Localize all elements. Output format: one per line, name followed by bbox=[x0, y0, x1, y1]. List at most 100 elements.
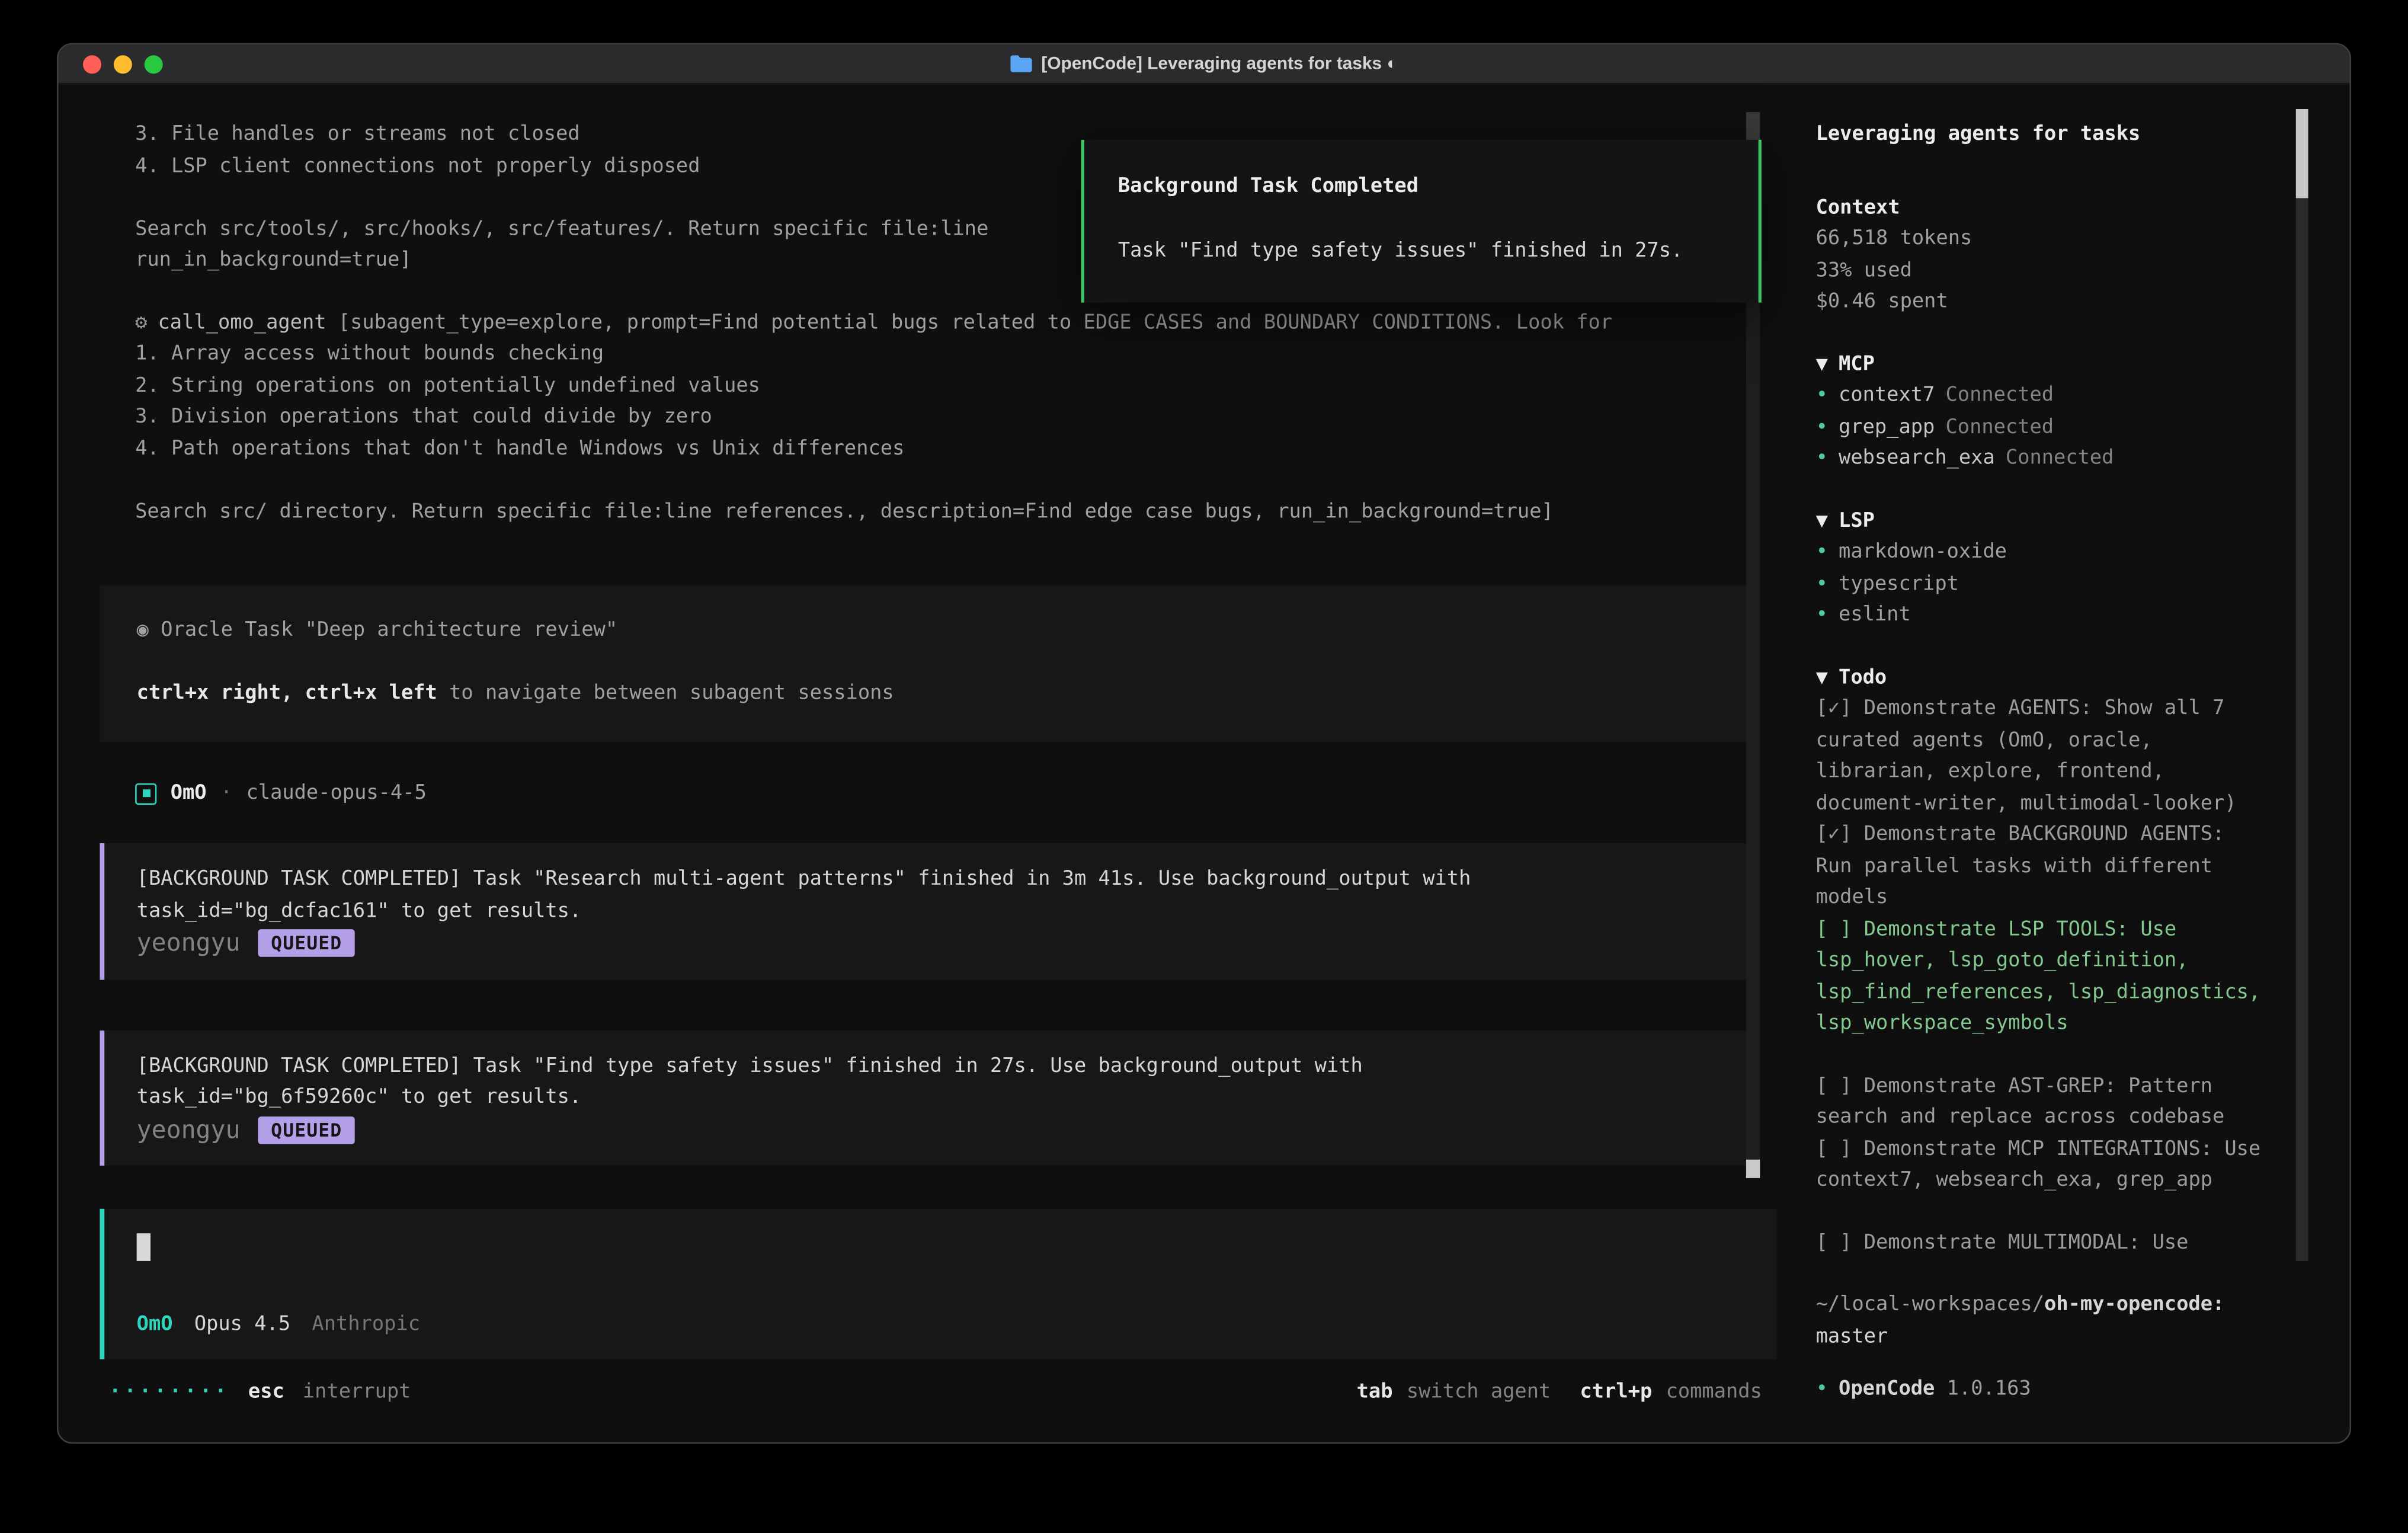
mcp-name: websearch_exa bbox=[1839, 447, 1995, 470]
collapse-triangle-icon: ▼ bbox=[1816, 353, 1828, 376]
ctrl-p-key-hint: ctrl+p bbox=[1580, 1378, 1653, 1409]
mcp-name: context7 bbox=[1839, 384, 1935, 407]
todo-item: [✓] Demonstrate AGENTS: Show all 7 curat… bbox=[1816, 695, 2264, 821]
context-spent: $0.46 spent bbox=[1816, 287, 2264, 319]
agent-checkbox-icon bbox=[135, 783, 156, 804]
input-agent-name: OmO bbox=[137, 1310, 173, 1342]
context-section-header: Context bbox=[1816, 193, 2264, 224]
todo-section-header[interactable]: ▼ Todo bbox=[1816, 663, 2264, 694]
task-message-line: task_id="bg_6f59260c" to get results. bbox=[137, 1083, 1719, 1114]
shortcut-keys: ctrl+x right, ctrl+x left bbox=[137, 682, 437, 705]
workspace-path-prefix: ~/local-workspaces/ bbox=[1816, 1293, 2044, 1316]
todo-item: [✓] Demonstrate BACKGROUND AGENTS: Run p… bbox=[1816, 820, 2264, 914]
app-version-row: •OpenCode 1.0.163 bbox=[1816, 1375, 2264, 1406]
task-author: yeongyu bbox=[137, 1114, 241, 1145]
gear-icon: ⚙ bbox=[135, 311, 147, 334]
window-content: 3. File handles or streams not closed 4.… bbox=[58, 83, 2349, 1442]
mcp-status: Connected bbox=[1945, 384, 2054, 407]
tool-call-block: ⚙ call_omo_agent [subagent_type=explore, … bbox=[135, 308, 1793, 529]
status-badge: QUEUED bbox=[259, 930, 355, 958]
titlebar[interactable]: [OpenCode] Leveraging agents for tasks ◐ bbox=[58, 44, 2349, 84]
bullet-icon: • bbox=[1816, 1378, 1828, 1401]
agent-name: OmO bbox=[171, 778, 207, 809]
todo-item: [ ] Demonstrate MULTIMODAL: Use bbox=[1816, 1228, 2264, 1259]
subagent-shortcut-hint: ctrl+x right, ctrl+x left to navigate be… bbox=[137, 679, 1750, 711]
lsp-header-label: LSP bbox=[1839, 509, 1875, 532]
tool-call-line: 4. Path operations that don't handle Win… bbox=[135, 434, 1793, 465]
task-message-line: [BACKGROUND TASK COMPLETED] Task "Resear… bbox=[137, 865, 1719, 896]
todo-item: [ ] Demonstrate MCP INTEGRATIONS: Use co… bbox=[1816, 1134, 2264, 1197]
context-used: 33% used bbox=[1816, 256, 2264, 287]
workspace-repo: oh-my-opencode: bbox=[2044, 1293, 2224, 1316]
lsp-name: eslint bbox=[1839, 604, 1911, 627]
context-tokens: 66,518 tokens bbox=[1816, 224, 2264, 255]
bullet-icon: • bbox=[1816, 384, 1828, 407]
input-meta-row: OmO Opus 4.5 Anthropic bbox=[137, 1310, 1778, 1342]
bullet-icon: • bbox=[1816, 415, 1828, 439]
session-pane: 3. File handles or streams not closed 4.… bbox=[58, 83, 1792, 1442]
agent-model: claude-opus-4-5 bbox=[246, 778, 427, 809]
mcp-item: • context7 Connected bbox=[1816, 381, 2264, 412]
task-message-line: task_id="bg_dcfac161" to get results. bbox=[137, 896, 1719, 927]
status-bar-left: ········ esc interrupt bbox=[109, 1378, 411, 1409]
bullet-icon: • bbox=[1816, 604, 1828, 627]
tool-call-header: ⚙ call_omo_agent [subagent_type=explore, … bbox=[135, 308, 1793, 340]
background-task-card[interactable]: [BACKGROUND TASK COMPLETED] Task "Find t… bbox=[100, 1030, 1750, 1166]
todo-item: [ ] Demonstrate LSP TOOLS: Use lsp_hover… bbox=[1816, 914, 2264, 1041]
mcp-item: •grep_appConnected bbox=[1816, 412, 2264, 444]
sidebar: Leveraging agents for tasks Context 66,5… bbox=[1793, 83, 2350, 1442]
task-author: yeongyu bbox=[137, 927, 241, 959]
shortcut-description: to navigate between subagent sessions bbox=[437, 682, 894, 705]
blank-line bbox=[137, 647, 1750, 679]
scrollbar-thumb[interactable] bbox=[1747, 1160, 1760, 1178]
mcp-section-header[interactable]: ▼MCP bbox=[1816, 350, 2264, 381]
background-task-card[interactable]: [BACKGROUND TASK COMPLETED] Task "Resear… bbox=[100, 843, 1750, 979]
tool-call-line: Search src/ directory. Return specific f… bbox=[135, 497, 1793, 528]
status-bar-right: tab switch agent ctrl+p commands bbox=[1357, 1378, 1762, 1409]
tab-key-hint: tab bbox=[1357, 1378, 1393, 1409]
tool-args: [subagent_type=explore, prompt=Find pote… bbox=[338, 311, 1612, 334]
esc-key-hint: esc bbox=[248, 1378, 284, 1409]
input-provider-name: Anthropic bbox=[312, 1310, 420, 1342]
collapse-triangle-icon: ▼ bbox=[1816, 666, 1828, 689]
lsp-name: markdown-oxide bbox=[1839, 540, 2007, 564]
task-meta-row: yeongyu QUEUED bbox=[137, 927, 1719, 959]
bullet-icon: • bbox=[1816, 540, 1828, 564]
todo-header-label: Todo bbox=[1839, 666, 1887, 689]
input-model-name: Opus 4.5 bbox=[194, 1310, 290, 1342]
oracle-task-title: ◉ Oracle Task "Deep architecture review" bbox=[137, 616, 1750, 647]
lsp-section-header[interactable]: ▼LSP bbox=[1816, 506, 2264, 537]
lsp-item: • markdown-oxide bbox=[1816, 537, 2264, 569]
session-title: Leveraging agents for tasks bbox=[1816, 120, 2264, 151]
prompt-input[interactable]: OmO Opus 4.5 Anthropic bbox=[100, 1209, 1777, 1359]
toast-title: Background Task Completed bbox=[1118, 172, 1728, 203]
window-title-text: [OpenCode] Leveraging agents for tasks ◐ bbox=[1041, 55, 1397, 73]
sidebar-scrollbar[interactable] bbox=[2296, 109, 2308, 1261]
tool-call-line: 2. String operations on potentially unde… bbox=[135, 371, 1793, 402]
status-bar: ········ esc interrupt tab switch agent … bbox=[109, 1378, 1762, 1409]
oracle-task-card[interactable]: ◉ Oracle Task "Deep architecture review"… bbox=[100, 585, 1750, 741]
app-name: OpenCode bbox=[1839, 1378, 1935, 1401]
folder-icon bbox=[1011, 55, 1032, 72]
record-icon: ◉ bbox=[137, 619, 149, 642]
ctrl-p-key-label: commands bbox=[1666, 1378, 1762, 1409]
notification-toast[interactable]: Background Task Completed Task "Find typ… bbox=[1081, 140, 1762, 303]
agent-session-header[interactable]: OmO · claude-opus-4-5 bbox=[135, 778, 1793, 809]
tool-call-line: 1. Array access without bounds checking bbox=[135, 340, 1793, 371]
esc-key-label: interrupt bbox=[303, 1378, 411, 1409]
lsp-name: typescript bbox=[1839, 572, 1959, 595]
mcp-item: •websearch_exaConnected bbox=[1816, 444, 2264, 475]
separator-dot: · bbox=[220, 778, 232, 809]
todo-item: [ ] Demonstrate AST-GREP: Pattern search… bbox=[1816, 1071, 2264, 1134]
sidebar-scrollbar-thumb[interactable] bbox=[2296, 109, 2308, 198]
oracle-task-title-text: Oracle Task "Deep architecture review" bbox=[161, 619, 617, 642]
tool-call-line: 3. Division operations that could divide… bbox=[135, 402, 1793, 434]
tool-name: call_omo_agent bbox=[158, 311, 326, 334]
tab-key-label: switch agent bbox=[1407, 1378, 1551, 1409]
terminal-window: [OpenCode] Leveraging agents for tasks ◐… bbox=[57, 43, 2351, 1444]
spinner-dots-icon: ········ bbox=[109, 1378, 230, 1409]
task-message-line: [BACKGROUND TASK COMPLETED] Task "Find t… bbox=[137, 1051, 1719, 1083]
mcp-status: Connected bbox=[2006, 447, 2114, 470]
tool-call-line bbox=[135, 465, 1793, 497]
desktop: [OpenCode] Leveraging agents for tasks ◐… bbox=[0, 0, 2408, 1533]
